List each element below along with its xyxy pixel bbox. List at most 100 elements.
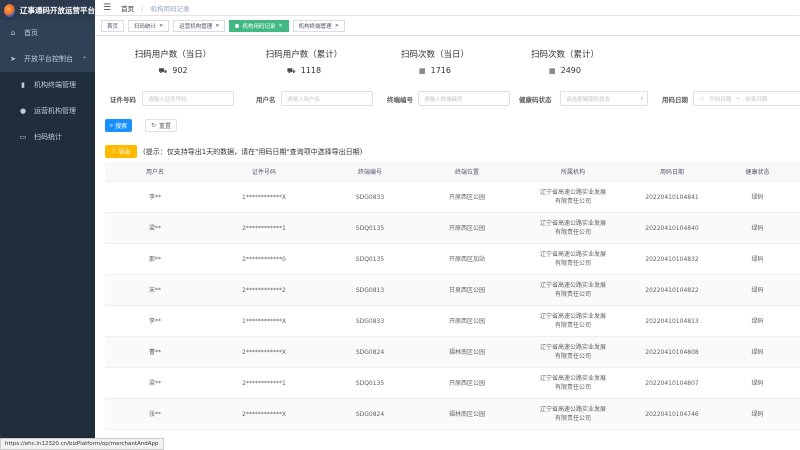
tab-label: 机构用码记录 <box>242 23 276 30</box>
cell-terminal-number: SDG0833 <box>355 317 385 325</box>
cell-organization: 辽宁省高速公路实业发展有限责任公司 <box>517 343 629 361</box>
username-label: 用户名 <box>256 96 276 104</box>
records-table: 用户名 证件号码 终端编号 终端位置 所属机构 用码日期 健康状态 李** 1**… <box>105 162 800 430</box>
button-label: 导出 <box>118 149 131 156</box>
breadcrumb: 首页 / 机构用码记录 <box>121 3 189 13</box>
tab-label: 机构终端管理 <box>298 23 332 30</box>
stat-value-row: ▦ 2490 <box>525 66 605 75</box>
sidebar-item-home[interactable]: ⌂ 首页 <box>0 20 95 46</box>
column-header-terminal-location: 终端位置 <box>454 169 479 176</box>
stat-value: 1118 <box>300 66 322 75</box>
cell-terminal-location: 开原西区公园 <box>448 379 485 387</box>
filter-bar: 证件号码 请输入证件号码 用户名 请输入用户名 终端编号 请输入终端编号 健康码… <box>95 91 800 107</box>
cell-organization: 辽宁省高速公路实业发展有限责任公司 <box>517 188 629 206</box>
organization-text: 辽宁省高速公路实业发展有限责任公司 <box>539 406 606 422</box>
sidebar-item-terminal-management[interactable]: ▮ 机构终端管理 <box>0 72 95 98</box>
tab-usage-records[interactable]: 机构用码记录 ✕ <box>229 19 289 32</box>
tab-org-management[interactable]: 运营机构管理 ✕ <box>173 19 226 32</box>
cell-terminal-number: SDQ0135 <box>355 224 385 232</box>
cell-organization: 辽宁省高速公路实业发展有限责任公司 <box>517 405 629 423</box>
breadcrumb-separator: / <box>141 4 144 13</box>
reset-button[interactable]: ↻ 重置 <box>145 119 177 132</box>
close-icon[interactable]: ✕ <box>335 23 339 29</box>
sidebar-background <box>0 150 95 450</box>
button-label: 搜索 <box>115 123 128 130</box>
download-icon: ⇩ <box>111 148 117 155</box>
sidebar-item-label: 开放平台控制台 <box>24 55 73 63</box>
stat-scans-today: 扫码次数（当日） ▦ 1716 <box>395 48 475 75</box>
cell-id-number: 2************2 <box>242 286 286 294</box>
chevron-down-icon: ▾ <box>640 95 643 102</box>
export-button[interactable]: ⇩ 导出 <box>105 145 137 158</box>
tab-scan-stats[interactable]: 扫码统计 ✕ <box>128 19 170 32</box>
cell-usage-date: 20220410104841 <box>645 193 699 201</box>
health-code-status-select[interactable]: 请选择健康码状态 ▾ <box>560 91 648 106</box>
table-row: 梁** 2************1 SDQ0135 开原西区公园 辽宁省高速公路实业发… <box>105 213 800 244</box>
cell-terminal-location: 开原西区公园 <box>448 317 485 325</box>
cell-usage-date: 20220410104807 <box>645 379 699 387</box>
close-icon[interactable]: ✕ <box>278 23 282 29</box>
cell-terminal-number: SDG0824 <box>355 348 385 356</box>
cell-username: 张** <box>148 410 161 418</box>
refresh-icon: ↻ <box>150 122 156 129</box>
cell-usage-date: 20220410104832 <box>645 255 699 263</box>
cell-id-number: 2************X <box>242 348 286 356</box>
organization-text: 辽宁省高速公路实业发展有限责任公司 <box>539 251 606 267</box>
menu-toggle-icon[interactable]: ☰ <box>103 3 111 13</box>
sidebar-item-open-platform[interactable]: ➤ 开放平台控制台 ⌃ <box>0 46 95 72</box>
cell-username: 梁** <box>148 379 161 387</box>
cell-id-number: 1************X <box>242 193 286 201</box>
cell-organization: 辽宁省高速公路实业发展有限责任公司 <box>517 281 629 299</box>
close-icon[interactable]: ✕ <box>159 23 163 29</box>
cell-organization: 辽宁省高速公路实业发展有限责任公司 <box>517 374 629 392</box>
terminal-number-input[interactable]: 请输入终端编号 <box>418 91 510 106</box>
stat-value: 902 <box>172 66 188 75</box>
cell-id-number: 2************0 <box>242 255 286 263</box>
cell-health-status: 绿码 <box>751 379 764 387</box>
cell-terminal-number: SDQ0135 <box>355 255 385 263</box>
column-header-health-status: 健康状态 <box>745 169 770 176</box>
stat-users-total: 扫码用户数（累计） ⛟ 1118 <box>261 48 347 76</box>
organization-text: 辽宁省高速公路实业发展有限责任公司 <box>539 282 606 298</box>
sidebar-item-org-management[interactable]: ● 运营机构管理 <box>0 98 95 124</box>
stat-title: 扫码次数（当日） <box>400 50 469 60</box>
cell-terminal-location: 开原西区公园 <box>448 193 485 201</box>
stat-title: 扫码用户数（累计） <box>265 50 343 60</box>
cell-health-status: 绿码 <box>751 255 764 263</box>
table-row: 那** 2************0 SDQ0135 开原西区加站 辽宁省高速公路实业发… <box>105 244 800 275</box>
logo-icon <box>4 3 15 17</box>
tab-home[interactable]: 首页 <box>101 19 125 32</box>
organization-text: 辽宁省高速公路实业发展有限责任公司 <box>539 313 606 329</box>
table-row: 李** 1************X SDG0833 开原西区公园 辽宁省高速公路实业发… <box>105 306 800 337</box>
close-icon[interactable]: ✕ <box>215 23 219 29</box>
date-start: 开始日期 <box>709 96 732 103</box>
cell-id-number: 1************X <box>242 317 286 325</box>
breadcrumb-current: 机构用码记录 <box>150 4 190 13</box>
table-row: 李** 1************X SDG0833 开原西区公园 辽宁省高速公路实业发… <box>105 182 800 213</box>
cell-usage-date: 20220410104840 <box>645 224 699 232</box>
date-range-picker[interactable]: ▭ 开始日期 - 结束日期 <box>693 91 800 106</box>
sidebar-item-label: 首页 <box>24 29 38 37</box>
search-button[interactable]: ⌕ 搜索 <box>105 119 132 132</box>
car-icon: ⛟ <box>158 67 168 75</box>
health-code-status-label: 健康码状态 <box>519 96 552 104</box>
organization-text: 辽宁省高速公路实业发展有限责任公司 <box>539 375 606 391</box>
grid-icon: ▦ <box>549 67 556 75</box>
cell-usage-date: 20220410104822 <box>645 286 699 294</box>
status-bar-url: https://ehc.ln12320.cn/bizPlatform/op/me… <box>0 438 164 450</box>
stat-title: 扫码用户数（当日） <box>134 50 212 60</box>
column-header-id-number: 证件号码 <box>251 169 276 176</box>
tab-terminal-management[interactable]: 机构终端管理 ✕ <box>292 19 345 32</box>
sidebar-item-scan-stats[interactable]: ▭ 扫码统计 <box>0 124 95 150</box>
car-icon: ⛟ <box>286 67 296 75</box>
id-number-input[interactable]: 请输入证件号码 <box>142 91 234 106</box>
cell-usage-date: 20220410104813 <box>645 317 699 325</box>
cell-health-status: 绿码 <box>751 317 764 325</box>
username-input[interactable]: 请输入用户名 <box>281 91 373 106</box>
cell-usage-date: 20220410104746 <box>645 410 699 418</box>
breadcrumb-home[interactable]: 首页 <box>121 5 134 13</box>
date-end: 结束日期 <box>745 96 768 103</box>
app-title: 辽事通码开放运营平台 <box>20 5 95 15</box>
calendar-icon: ▭ <box>699 95 705 102</box>
stat-value-row: ▦ 1716 <box>395 66 475 75</box>
